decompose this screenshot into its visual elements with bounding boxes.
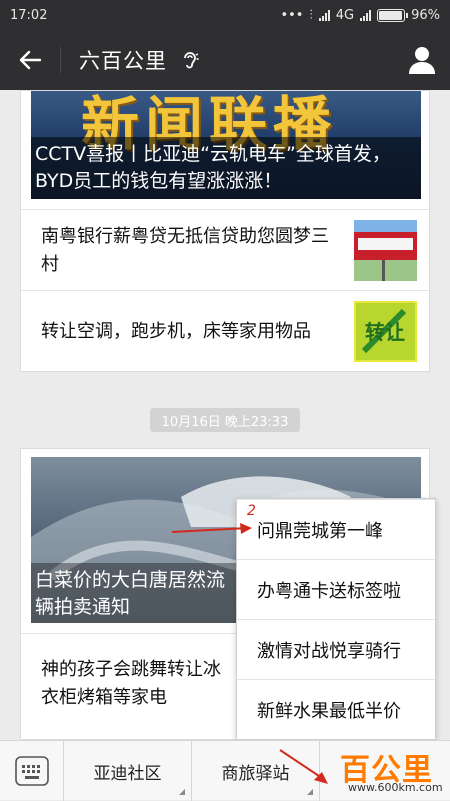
menu-item[interactable]: 办粤通卡送标签啦 [237,559,435,619]
battery-percent: 96% [411,7,440,23]
menu-item[interactable]: 问鼎莞城第一峰 [237,499,435,559]
arrow-left-icon [19,50,41,70]
page-title: 六百公里 [79,49,167,73]
person-icon [409,47,435,74]
official-account-profile-button[interactable] [406,44,438,76]
list-item[interactable]: 南粤银行薪粤贷无抵信贷助您圆梦三村 [21,209,429,290]
submenu-indicator-icon [307,789,313,795]
watermark-url: www.600km.com [348,781,443,794]
site-watermark: 百公里 www.600km.com [322,745,446,797]
annotation-arrow-icon [171,523,252,534]
menu-item[interactable]: 新鲜水果最低半价 [237,679,435,739]
list-item[interactable]: 转让空调，跑步机，床等家用物品 转让 [21,290,429,371]
thumb-label: 转让 [365,320,405,344]
signal-icon [318,9,330,21]
list-item-text-line1: 神的孩子会跳舞转让冰 [41,659,221,680]
submenu-popup: 2 问鼎莞城第一峰 办粤通卡送标签啦 激情对战悦享骑行 新鲜水果最低半价 [236,498,436,740]
vibrate-icon: ⫶ [309,7,313,23]
hero-article-1[interactable]: 新闻联播 CCTV喜报丨比亚迪“云轨电车”全球首发，BYD员工的钱包有望涨涨涨！ [31,91,421,199]
article-card-1: 新闻联播 CCTV喜报丨比亚迪“云轨电车”全球首发，BYD员工的钱包有望涨涨涨！… [20,90,430,372]
status-time: 17:02 [10,7,48,23]
annotation-number: 2 [247,503,256,519]
bank-billboard-thumbnail [354,220,417,281]
keyboard-toggle-button[interactable] [0,741,64,801]
menu-tab-label: 亚迪社区 [93,763,162,784]
battery-icon [377,8,409,22]
menu-item[interactable]: 激情对战悦享骑行 [237,619,435,679]
list-item-text: 南粤银行薪粤贷无抵信贷助您圆梦三村 [41,225,329,275]
dots-icon: ••• [280,7,304,23]
list-item-text-line2: 衣柜烤箱等家电 [41,687,167,708]
keyboard-icon [14,756,49,786]
transfer-thumbnail: 转让 [354,301,417,362]
signal-icon-2 [360,9,372,21]
menu-tab[interactable]: 亚迪社区 [64,741,192,801]
back-button[interactable] [0,30,60,90]
earpiece-mode-icon [181,50,199,70]
network-type: 4G [335,7,355,23]
timestamp-badge: 10月16日 晚上23:33 [150,408,300,432]
submenu-indicator-icon [179,789,185,795]
title-bar: 六百公里 [0,30,450,90]
status-bar: 17:02 ••• ⫶ 4G 96% [0,0,450,30]
status-icons: ••• ⫶ 4G 96% [280,8,440,23]
list-item-text: 转让空调，跑步机，床等家用物品 [41,320,311,342]
hero-caption-1: CCTV喜报丨比亚迪“云轨电车”全球首发，BYD员工的钱包有望涨涨涨！ [31,137,421,199]
